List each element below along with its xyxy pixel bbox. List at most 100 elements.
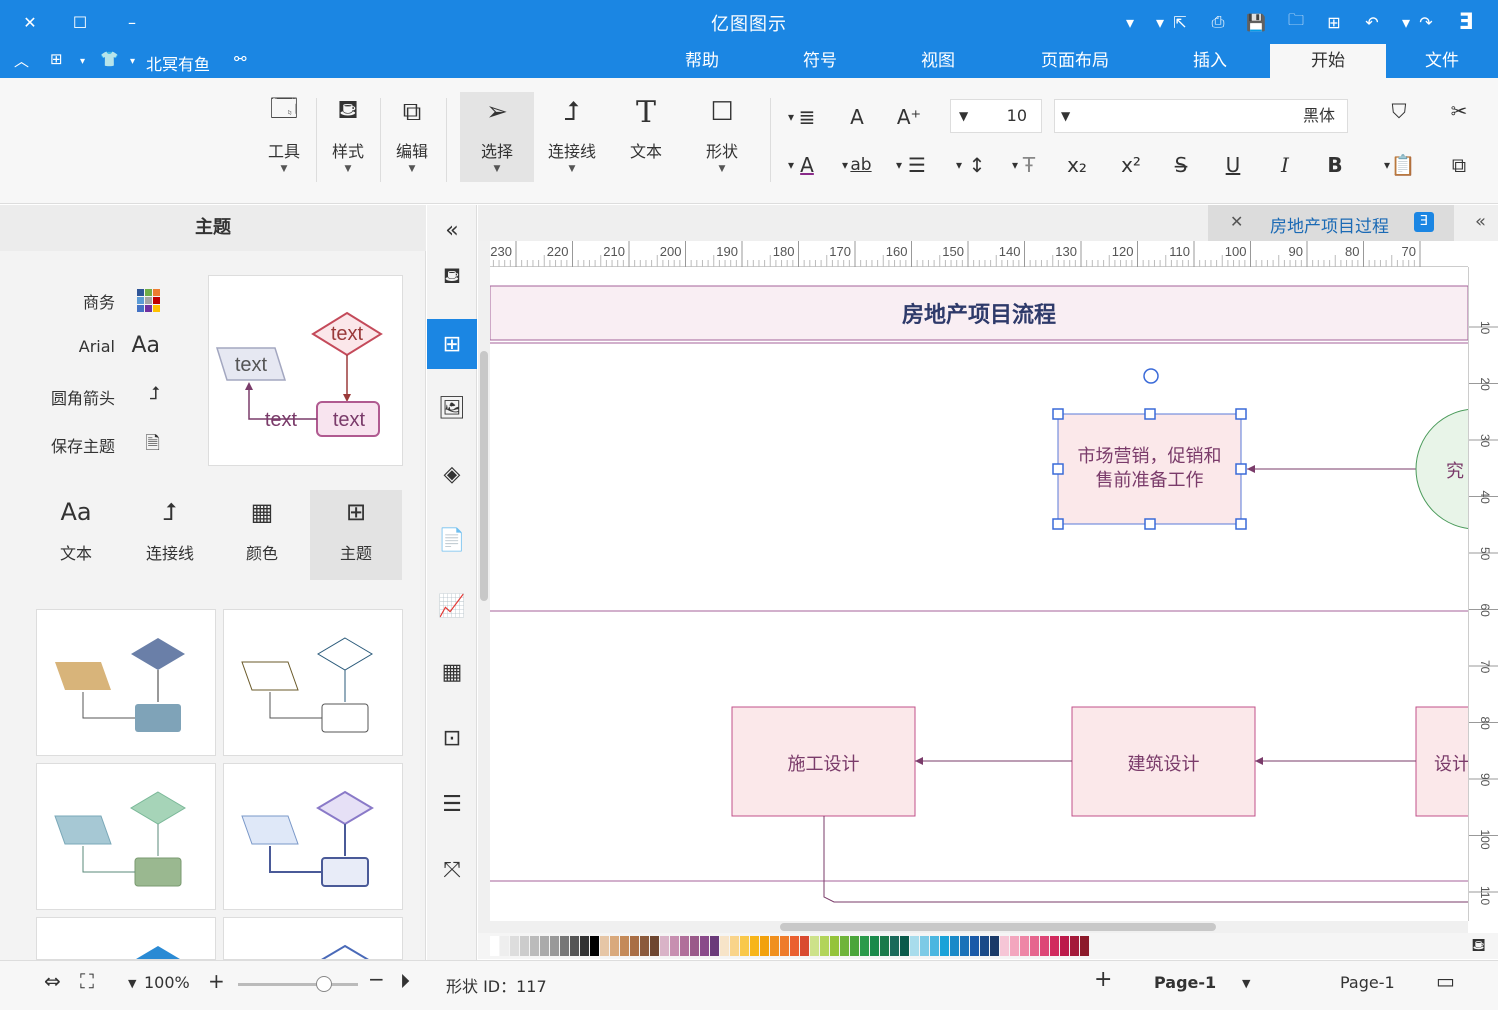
active-page-tab[interactable]: Page-1 xyxy=(1154,973,1216,992)
zoom-slider-knob[interactable] xyxy=(316,976,332,992)
font-color-icon[interactable]: A xyxy=(792,150,822,180)
color-swatch[interactable] xyxy=(700,936,709,956)
color-swatch[interactable] xyxy=(1030,936,1039,956)
tab-file[interactable]: 文件 xyxy=(1404,44,1480,78)
theme-option-business[interactable]: 商务 xyxy=(40,285,170,315)
font-name-dropdown-icon[interactable]: ▼ xyxy=(1061,100,1070,132)
zoom-in-icon[interactable]: + xyxy=(208,969,225,993)
page-label[interactable]: Page-1 xyxy=(1340,973,1395,992)
color-swatch[interactable] xyxy=(580,936,589,956)
page-dropdown-icon[interactable]: ▼ xyxy=(1242,977,1250,990)
color-swatch[interactable] xyxy=(960,936,969,956)
color-swatch[interactable] xyxy=(990,936,999,956)
color-swatch[interactable] xyxy=(830,936,839,956)
export-icon[interactable]: ⇱ xyxy=(1166,8,1194,36)
zoom-dropdown-icon[interactable]: ▼ xyxy=(128,977,136,990)
theme-thumbnail[interactable] xyxy=(36,609,216,756)
color-swatch[interactable] xyxy=(720,936,729,956)
color-swatch[interactable] xyxy=(910,936,919,956)
node-text-architecture-design[interactable]: 建筑设计 xyxy=(1072,750,1255,776)
tab-home[interactable]: 开始 xyxy=(1270,44,1386,78)
node-text-construction-design[interactable]: 施工设计 xyxy=(732,750,915,776)
redo-icon[interactable]: ↷ xyxy=(1412,8,1440,36)
color-swatch[interactable] xyxy=(650,936,659,956)
tab-page-layout[interactable]: 页面布局 xyxy=(1022,44,1128,78)
superscript-icon[interactable]: x² xyxy=(1116,150,1146,180)
color-swatch[interactable] xyxy=(730,936,739,956)
outline-icon[interactable]: ☰ xyxy=(427,779,477,829)
color-swatch[interactable] xyxy=(790,936,799,956)
fit-width-icon[interactable]: ⇔ xyxy=(44,969,61,993)
theme-thumbnail[interactable] xyxy=(223,609,403,756)
undo-icon[interactable]: ↶ xyxy=(1358,8,1386,36)
strikethrough-icon[interactable]: S̶ xyxy=(1166,150,1196,180)
diagram-title[interactable]: 房地产项目流程 xyxy=(490,297,1468,329)
color-swatch[interactable] xyxy=(1070,936,1079,956)
zoom-level[interactable]: 100% xyxy=(144,973,190,992)
edit-button[interactable]: ⧉ 编辑 ▼ xyxy=(378,92,446,182)
new-file-icon[interactable]: ⊞ xyxy=(1320,8,1348,36)
theme-thumbnail[interactable] xyxy=(223,763,403,910)
color-swatch[interactable] xyxy=(800,936,809,956)
node-text-design[interactable]: 设计 xyxy=(1434,750,1468,776)
color-swatch[interactable] xyxy=(770,936,779,956)
more-dropdown-icon[interactable]: ▾ xyxy=(1116,8,1144,36)
user-name[interactable]: 北冥有鱼 xyxy=(146,51,210,75)
apps-dropdown-icon[interactable]: ▾ xyxy=(80,56,85,67)
color-swatch[interactable] xyxy=(980,936,989,956)
theme-grid-icon[interactable]: ⊞ xyxy=(427,319,477,369)
color-swatch[interactable] xyxy=(940,936,949,956)
drawing-canvas[interactable]: 房地产项目流程 市场营销，促销和 售前准备工作 施工设计 建筑设计 设计 究 xyxy=(490,267,1468,921)
theme-option-font[interactable]: Aa Arial xyxy=(40,333,170,363)
collapse-panel-icon[interactable]: « xyxy=(427,205,477,255)
fill-bucket-icon[interactable]: ⛾ xyxy=(1471,935,1486,959)
vertical-scrollbar[interactable] xyxy=(478,241,490,933)
document-tab[interactable]: ✕ 房地产项目过程 Ǝ xyxy=(1208,205,1454,241)
text-button[interactable]: T 文本 xyxy=(612,92,680,182)
tab-view[interactable]: 视图 xyxy=(900,44,976,78)
color-swatch[interactable] xyxy=(1000,936,1009,956)
cut-scissors-icon[interactable]: ✂ xyxy=(1444,96,1474,126)
tab-symbols[interactable]: 符号 xyxy=(780,44,860,78)
color-swatch[interactable] xyxy=(570,936,579,956)
expand-right-icon[interactable]: « xyxy=(1475,211,1486,232)
format-painter-icon[interactable]: ⛉ xyxy=(1384,96,1414,126)
color-swatch[interactable] xyxy=(630,936,639,956)
tab-help[interactable]: 帮助 xyxy=(664,44,740,78)
color-swatch[interactable] xyxy=(530,936,539,956)
color-swatch[interactable] xyxy=(930,936,939,956)
tools-button[interactable]: 🗔 工具 ▼ xyxy=(250,92,318,182)
color-swatch[interactable] xyxy=(870,936,879,956)
color-swatch[interactable] xyxy=(510,936,519,956)
fill-bucket-icon[interactable]: ⛾ xyxy=(427,253,477,303)
subtab-connector[interactable]: ⮥ 连接线 xyxy=(124,490,216,580)
fullscreen-icon[interactable]: ⛶ xyxy=(80,969,94,993)
copy-icon[interactable]: ⧉ xyxy=(1444,150,1474,180)
node-text-marketing[interactable]: 市场营销，促销和 售前准备工作 xyxy=(1058,445,1241,493)
select-button[interactable]: ➢ 选择 ▼ xyxy=(460,92,534,182)
font-size-field[interactable]: ▼ 10 xyxy=(950,99,1042,133)
bold-icon[interactable]: B xyxy=(1320,150,1350,180)
theme-option-save[interactable]: 🗎 保存主题 xyxy=(40,429,170,459)
color-swatch[interactable] xyxy=(950,936,959,956)
text-highlight-icon[interactable]: ab xyxy=(846,150,876,180)
organize-icon[interactable]: ⊡ xyxy=(427,713,477,763)
color-swatch[interactable] xyxy=(820,936,829,956)
color-swatch[interactable] xyxy=(590,936,599,956)
theme-thumbnail[interactable] xyxy=(223,917,403,960)
color-swatch[interactable] xyxy=(970,936,979,956)
line-spacing-icon[interactable]: ↕ xyxy=(962,150,992,180)
color-swatch[interactable] xyxy=(760,936,769,956)
add-page-icon[interactable]: + xyxy=(1094,967,1112,992)
font-size-dropdown-icon[interactable]: ▼ xyxy=(959,100,968,132)
collapse-ribbon-icon[interactable]: ︿ xyxy=(14,50,29,71)
print-icon[interactable]: ⎙ xyxy=(1204,8,1232,36)
color-swatch[interactable] xyxy=(640,936,649,956)
paste-icon[interactable]: 📋 xyxy=(1388,150,1418,180)
color-swatch[interactable] xyxy=(900,936,909,956)
font-grow-icon[interactable]: A⁺ xyxy=(894,102,924,132)
zoom-slider[interactable] xyxy=(238,976,358,992)
save-icon[interactable]: 💾 xyxy=(1242,8,1270,36)
color-swatch[interactable] xyxy=(1040,936,1049,956)
vertical-scroll-thumb[interactable] xyxy=(480,351,488,601)
